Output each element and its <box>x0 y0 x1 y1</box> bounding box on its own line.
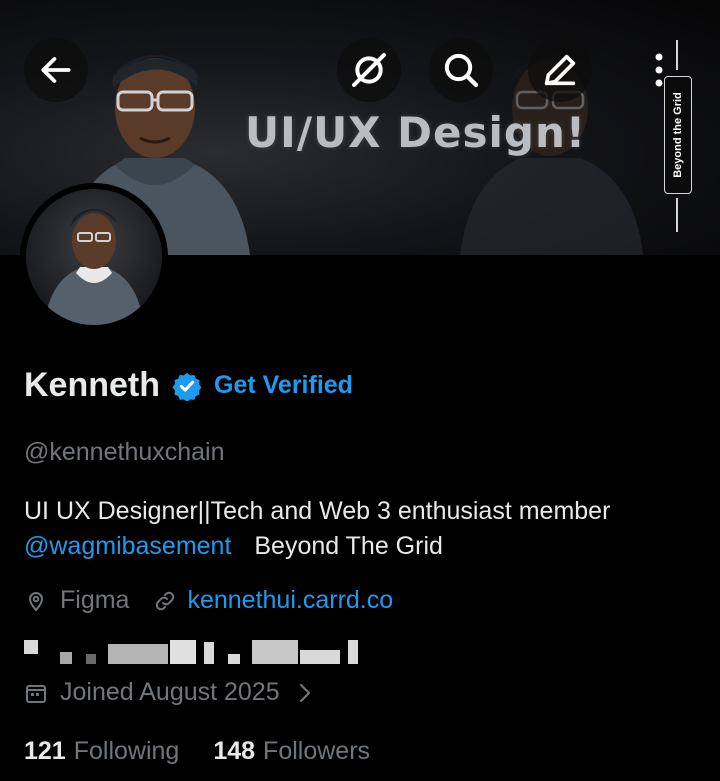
follow-stats: 121 Following 148 Followers <box>24 737 370 766</box>
calendar-icon <box>26 684 46 703</box>
grok-button[interactable] <box>337 38 401 102</box>
more-button[interactable] <box>628 38 690 102</box>
avatar[interactable] <box>20 183 168 331</box>
username-handle: @kennethuxchain <box>24 438 225 466</box>
side-tab-label: Beyond the Grid <box>672 92 684 178</box>
bio-line-2: @wagmibasement Beyond The Grid <box>24 529 704 564</box>
verified-badge-icon[interactable] <box>172 371 202 401</box>
name-row: Kenneth Get Verified <box>24 366 353 405</box>
website-link[interactable]: kennethui.carrd.co <box>187 586 393 615</box>
profile-meta: Figma kennethui.carrd.co <box>24 586 393 615</box>
following-count: 121 <box>24 737 66 765</box>
joined-row[interactable]: Joined August 2025 <box>24 678 312 707</box>
chevron-right-icon <box>299 683 310 702</box>
edit-button[interactable] <box>528 38 592 102</box>
more-vertical-icon <box>655 53 663 87</box>
back-button[interactable] <box>24 38 88 102</box>
following-link[interactable]: 121 Following <box>24 737 179 766</box>
pencil-icon <box>544 54 576 86</box>
bio-mention-link[interactable]: @wagmibasement <box>24 532 231 560</box>
following-label: Following <box>73 737 180 765</box>
bio-text-rest: Beyond The Grid <box>254 532 443 560</box>
search-icon <box>444 53 479 88</box>
bio-line-1: UI UX Designer||Tech and Web 3 enthusias… <box>24 497 611 525</box>
followers-link[interactable]: 148 Followers <box>213 737 370 766</box>
search-button[interactable] <box>429 38 493 102</box>
followers-label: Followers <box>263 737 371 765</box>
joined-date: Joined August 2025 <box>60 678 280 706</box>
side-tab-line-bottom <box>676 198 678 232</box>
arrow-left-icon <box>41 57 71 83</box>
location-pin-icon <box>28 591 44 611</box>
avatar-person <box>44 209 144 325</box>
get-verified-link[interactable]: Get Verified <box>214 371 353 400</box>
avatar-image <box>26 189 162 325</box>
display-name: Kenneth <box>24 366 160 404</box>
banner-title: UI/UX Design! <box>245 108 587 157</box>
grok-icon <box>352 53 386 87</box>
followers-count: 148 <box>213 737 256 765</box>
location-text: Figma <box>60 586 130 614</box>
link-icon <box>156 591 175 610</box>
bio: UI UX Designer||Tech and Web 3 enthusias… <box>24 494 704 564</box>
